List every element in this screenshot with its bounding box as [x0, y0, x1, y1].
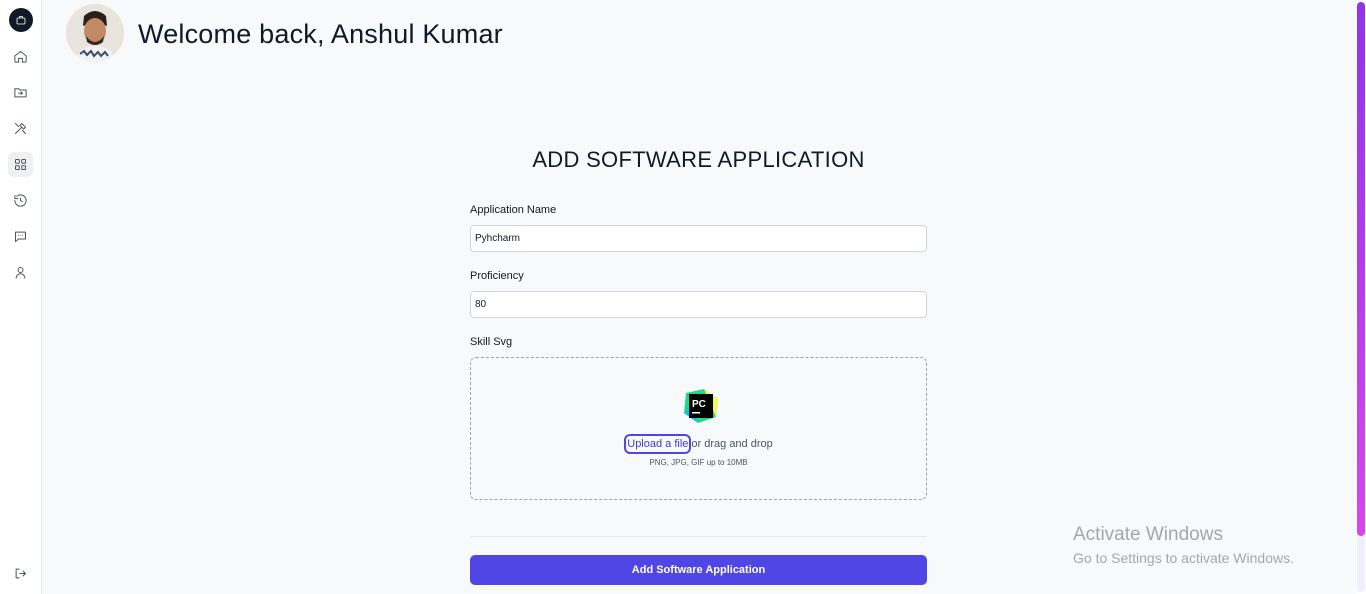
folder-icon[interactable]	[8, 80, 33, 105]
watermark-title: Activate Windows	[1073, 524, 1223, 545]
drag-drop-text: or drag and drop	[691, 438, 773, 450]
avatar-image	[66, 4, 124, 62]
grid-icon[interactable]	[8, 152, 33, 177]
welcome-heading: Welcome back, Anshul Kumar	[138, 19, 503, 49]
scrollbar-thumb[interactable]	[1357, 2, 1365, 536]
scrollbar[interactable]	[1356, 0, 1366, 594]
file-dropzone[interactable]: PC Upload a file or drag and drop PNG, JP…	[470, 357, 927, 500]
activate-windows-watermark: Activate Windows Go to Settings to activ…	[1073, 524, 1294, 566]
upload-file-link[interactable]: Upload a file	[624, 434, 692, 454]
application-name-input[interactable]: Pyhcharm	[470, 225, 927, 252]
add-software-application-button[interactable]: Add Software Application	[470, 555, 927, 585]
skill-svg-label: Skill Svg	[470, 336, 513, 348]
logout-icon[interactable]	[8, 561, 33, 586]
tools-icon[interactable]	[8, 116, 33, 141]
history-icon[interactable]	[8, 188, 33, 213]
sidebar	[0, 0, 42, 594]
upload-instructions: Upload a file or drag and drop	[471, 434, 926, 454]
user-icon[interactable]	[8, 260, 33, 285]
message-icon[interactable]	[8, 224, 33, 249]
home-icon[interactable]	[8, 44, 33, 69]
watermark-subtitle: Go to Settings to activate Windows.	[1073, 550, 1294, 566]
svg-text:PC: PC	[692, 399, 706, 410]
app-logo-icon[interactable]	[9, 8, 33, 32]
proficiency-input[interactable]: 80	[470, 291, 927, 318]
upload-hint: PNG, JPG, GIF up to 10MB	[649, 458, 748, 467]
form-title: ADD SOFTWARE APPLICATION	[532, 147, 865, 172]
proficiency-label: Proficiency	[470, 270, 524, 282]
divider	[470, 536, 927, 537]
avatar	[66, 4, 124, 62]
application-name-label: Application Name	[470, 204, 557, 216]
pycharm-icon: PC	[682, 387, 720, 425]
